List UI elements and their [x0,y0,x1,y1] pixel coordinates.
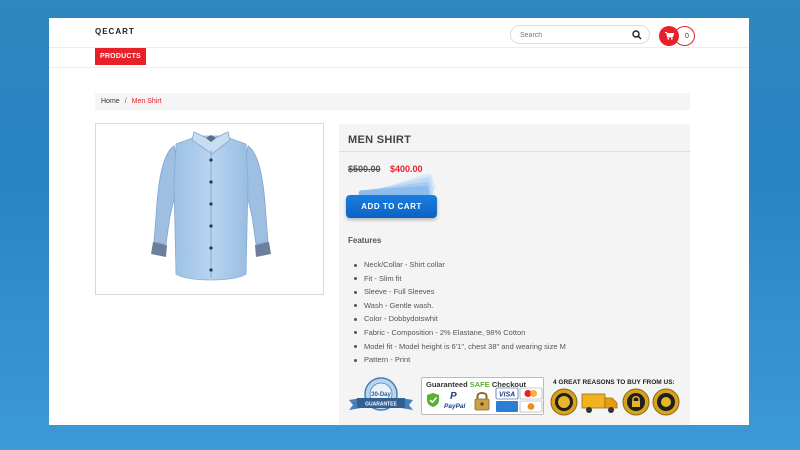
checkout-prefix: Guaranteed [426,380,470,389]
features-heading: Features [348,236,382,245]
padlock-icon [474,392,490,411]
shield-check-icon [427,393,439,407]
product-info-panel: MEN SHIRT $500.00 $400.00 ADD TO CART Fe… [339,124,690,425]
nav-products[interactable]: PRODUCTS [95,48,146,65]
new-price: $400.00 [390,164,423,174]
search-input[interactable] [520,29,630,41]
money-back-label: GUARANTEE [365,402,397,408]
breadcrumb-separator: / [124,98,127,105]
list-item: Model fit - Model height is 6'1", chest … [354,340,566,354]
features-list: Neck/Collar - Shirt collar Fit - Slim fi… [354,258,566,367]
store-page: QECART 0 PRODUCTS Home / Men Shirt [49,18,749,425]
cart-button[interactable] [659,26,679,46]
product-image[interactable] [95,123,324,295]
breadcrumb-current: Men Shirt [131,98,162,105]
checkout-safe: SAFE [469,380,490,389]
product-title: MEN SHIRT [348,134,412,146]
list-item: Neck/Collar - Shirt collar [354,258,566,272]
cart-icon [664,32,674,40]
visa-text: VISA [499,392,515,399]
list-item: Fit - Slim fit [354,272,566,286]
quality-seal-icon [550,388,578,416]
paypal-text: PayPal [444,403,466,410]
add-to-cart-button[interactable]: ADD TO CART [346,195,437,218]
safe-checkout-badge: Guaranteed SAFE Checkout P PayPal VISA [421,377,544,415]
old-price: $500.00 [348,164,381,174]
card-logos-icon: VISA [495,387,543,413]
list-item: Color - Dobbydotswhit [354,312,566,326]
search-box[interactable] [510,25,650,44]
site-logo[interactable]: QECART [95,27,135,36]
svg-text:P: P [450,391,457,402]
search-icon[interactable] [632,30,642,40]
list-item: Sleeve - Full Sleeves [354,285,566,299]
secure-lock-seal-icon [622,388,650,416]
trust-badges: 30-Day GUARANTEE Guaranteed SAFE Checkou… [347,376,690,424]
shirt-image [151,131,271,281]
list-item: Fabric - Composition - 2% Elastane, 98% … [354,326,566,340]
breadcrumb: Home / Men Shirt [95,93,690,110]
money-back-badge: 30-Day GUARANTEE [349,377,413,411]
paypal-icon: P PayPal [444,391,466,410]
delivery-truck-icon [581,393,618,413]
list-item: Pattern - Print [354,353,566,367]
gold-seal-icon [652,388,680,416]
top-header: QECART 0 [49,18,749,48]
main-nav: PRODUCTS [49,48,749,68]
title-divider [339,151,690,152]
cart-count: 0 [685,32,689,40]
list-item: Wash - Gentle wash. [354,299,566,313]
breadcrumb-home[interactable]: Home [101,98,120,105]
reasons-title: 4 GREAT REASONS TO BUY FROM US: [553,379,675,386]
money-back-days: 30-Day [371,392,391,398]
